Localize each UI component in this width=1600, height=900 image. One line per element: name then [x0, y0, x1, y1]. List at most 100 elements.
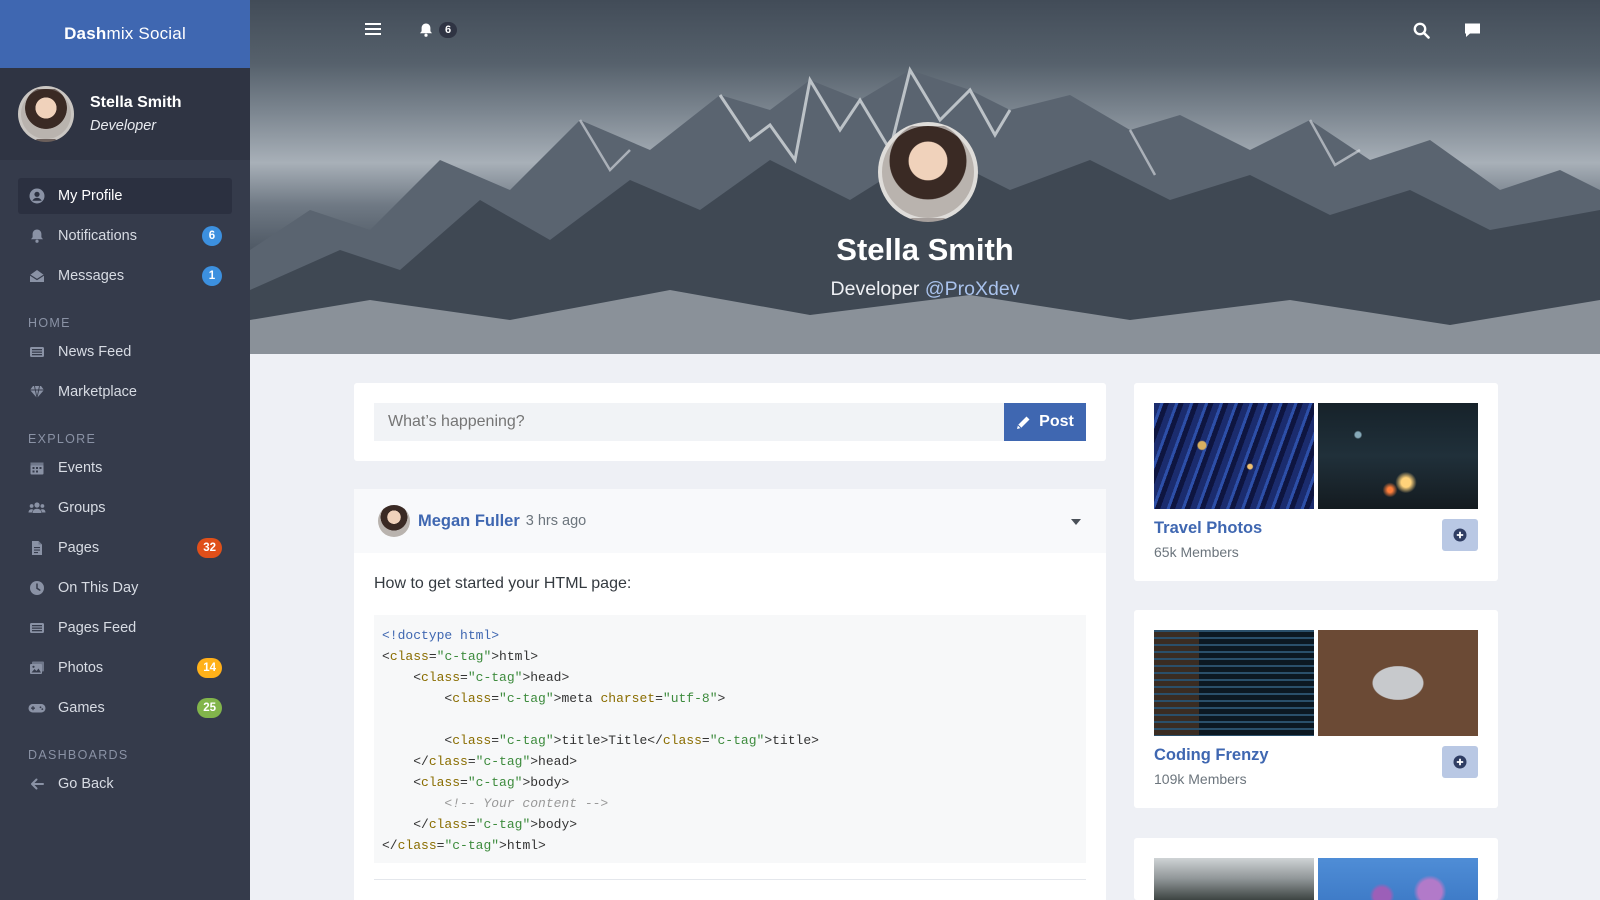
profile-avatar[interactable]: [878, 122, 978, 222]
sidebar-item-label: Go Back: [58, 776, 114, 792]
post-header: Megan Fuller 3 hrs ago: [354, 489, 1106, 553]
profile-handle-link[interactable]: @ProXdev: [925, 278, 1020, 300]
images-icon: [28, 659, 46, 677]
code-line: <class="c-tag">meta charset="utf-8">: [382, 691, 726, 706]
sidebar-nav-dashboards: Go Back: [0, 766, 250, 802]
sidebar-item-photos[interactable]: Photos 14: [18, 650, 232, 686]
sidebar-item-groups[interactable]: Groups: [18, 490, 232, 526]
profile-name: Stella Smith: [836, 232, 1014, 267]
group-photo[interactable]: [1318, 630, 1478, 736]
user-name[interactable]: Stella Smith: [90, 94, 182, 112]
calendar-icon: [28, 459, 46, 477]
avatar[interactable]: [378, 505, 410, 537]
status-input[interactable]: [374, 403, 1004, 441]
code-line: </class="c-tag">head>: [382, 754, 578, 769]
sidebar-item-pages[interactable]: Pages 32: [18, 530, 232, 566]
code-line: </class="c-tag">body>: [382, 817, 578, 832]
sidebar-nav-explore: Events Groups Pages 32 On This Day Pages…: [0, 450, 250, 726]
search-icon: [1413, 22, 1430, 39]
sidebar-user: Stella Smith Developer: [0, 68, 250, 160]
nav-heading-dashboards: Dashboards: [28, 748, 129, 762]
sidebar-item-pages-feed[interactable]: Pages Feed: [18, 610, 232, 646]
join-group-button[interactable]: [1442, 519, 1478, 551]
group-name-link[interactable]: Coding Frenzy: [1154, 746, 1478, 765]
pencil-icon: [1017, 416, 1030, 429]
photos-badge: 14: [197, 658, 222, 678]
post-author-link[interactable]: Megan Fuller: [418, 512, 520, 531]
clock-icon: [28, 579, 46, 597]
sidebar-item-events[interactable]: Events: [18, 450, 232, 486]
sidebar-item-news-feed[interactable]: News Feed: [18, 334, 232, 370]
group-name-link[interactable]: Travel Photos: [1154, 519, 1478, 538]
join-group-button[interactable]: [1442, 746, 1478, 778]
group-members-count: 109k Members: [1154, 771, 1247, 787]
post-options-button[interactable]: [1066, 512, 1086, 530]
profile-cover: 6 Stella Smith Developer @ProXdev: [250, 0, 1600, 354]
users-icon: [28, 499, 46, 517]
sidebar-item-label: Games: [58, 700, 105, 716]
post-button-label: Post: [1039, 413, 1074, 430]
post-text: How to get started your HTML page:: [374, 575, 632, 592]
messages-badge: 1: [202, 266, 222, 286]
bars-icon: [365, 23, 381, 35]
nav-heading-home: Home: [28, 316, 71, 330]
group-photo[interactable]: [1318, 858, 1478, 900]
sidebar-item-label: Marketplace: [58, 384, 137, 400]
post-timestamp: 3 hrs ago: [525, 513, 587, 529]
notification-count-badge: 6: [439, 22, 458, 38]
envelope-open-icon: [28, 267, 46, 285]
sidebar-item-marketplace[interactable]: Marketplace: [18, 374, 232, 410]
sidebar-item-messages[interactable]: Messages 1: [18, 258, 232, 294]
newspaper-icon: [28, 619, 46, 637]
sidebar-item-label: Pages Feed: [58, 620, 137, 636]
code-line: <class="c-tag">html>: [382, 649, 539, 664]
user-circle-icon: [28, 187, 46, 205]
search-button[interactable]: [1413, 22, 1430, 39]
post-composer: Post: [354, 383, 1106, 461]
bell-icon: [420, 23, 432, 37]
sidebar-item-on-this-day[interactable]: On This Day: [18, 570, 232, 606]
top-header: 6: [250, 0, 1600, 68]
profile-subtitle: Developer @ProXdev: [250, 278, 1600, 301]
code-line: <class="c-tag">body>: [382, 775, 570, 790]
post-button[interactable]: Post: [1004, 403, 1086, 441]
group-card-partial: [1134, 838, 1498, 900]
sidebar-item-label: On This Day: [58, 580, 139, 596]
code-line: <!doctype html>: [382, 628, 500, 643]
plus-circle-icon: [1453, 755, 1467, 769]
notifications-button[interactable]: 6: [418, 22, 458, 38]
group-members-count: 65k Members: [1154, 544, 1239, 560]
group-card-coding-frenzy: Coding Frenzy 109k Members: [1134, 610, 1498, 808]
sidebar-item-label: Messages: [58, 268, 125, 284]
brand-name-bold: Dash: [64, 24, 107, 43]
sidebar-toggle-button[interactable]: [365, 22, 381, 36]
avatar[interactable]: [18, 86, 74, 142]
gamepad-icon: [28, 699, 46, 717]
plus-circle-icon: [1453, 528, 1467, 542]
sidebar-item-notifications[interactable]: Notifications 6: [18, 218, 232, 254]
divider: [374, 879, 1086, 880]
games-badge: 25: [197, 698, 222, 718]
group-photo[interactable]: [1154, 630, 1314, 736]
sidebar-item-go-back[interactable]: Go Back: [18, 766, 232, 802]
caret-down-icon: [1071, 519, 1081, 525]
group-card-travel-photos: Travel Photos 65k Members: [1134, 383, 1498, 581]
sidebar-item-games[interactable]: Games 25: [18, 690, 232, 726]
sidebar-item-label: Groups: [58, 500, 106, 516]
chat-button[interactable]: [1464, 22, 1481, 38]
sidebar: Dash mix Social Stella Smith Developer My…: [0, 0, 250, 900]
bell-icon: [28, 227, 46, 245]
sidebar-item-label: Notifications: [58, 228, 137, 244]
comment-icon: [1465, 23, 1480, 37]
code-block: <!doctype html> <class="c-tag">html> <cla…: [374, 615, 1086, 863]
sidebar-item-label: My Profile: [58, 188, 123, 204]
brand-logo[interactable]: Dash mix Social: [0, 0, 250, 68]
gem-icon: [28, 383, 46, 401]
group-photo[interactable]: [1154, 403, 1314, 509]
group-photo[interactable]: [1318, 403, 1478, 509]
sidebar-item-label: Pages: [58, 540, 100, 556]
code-line: <class="c-tag">title>Title</class="c-tag…: [382, 733, 819, 748]
group-photo[interactable]: [1154, 858, 1314, 900]
pages-badge: 32: [197, 538, 222, 558]
sidebar-item-my-profile[interactable]: My Profile: [18, 178, 232, 214]
